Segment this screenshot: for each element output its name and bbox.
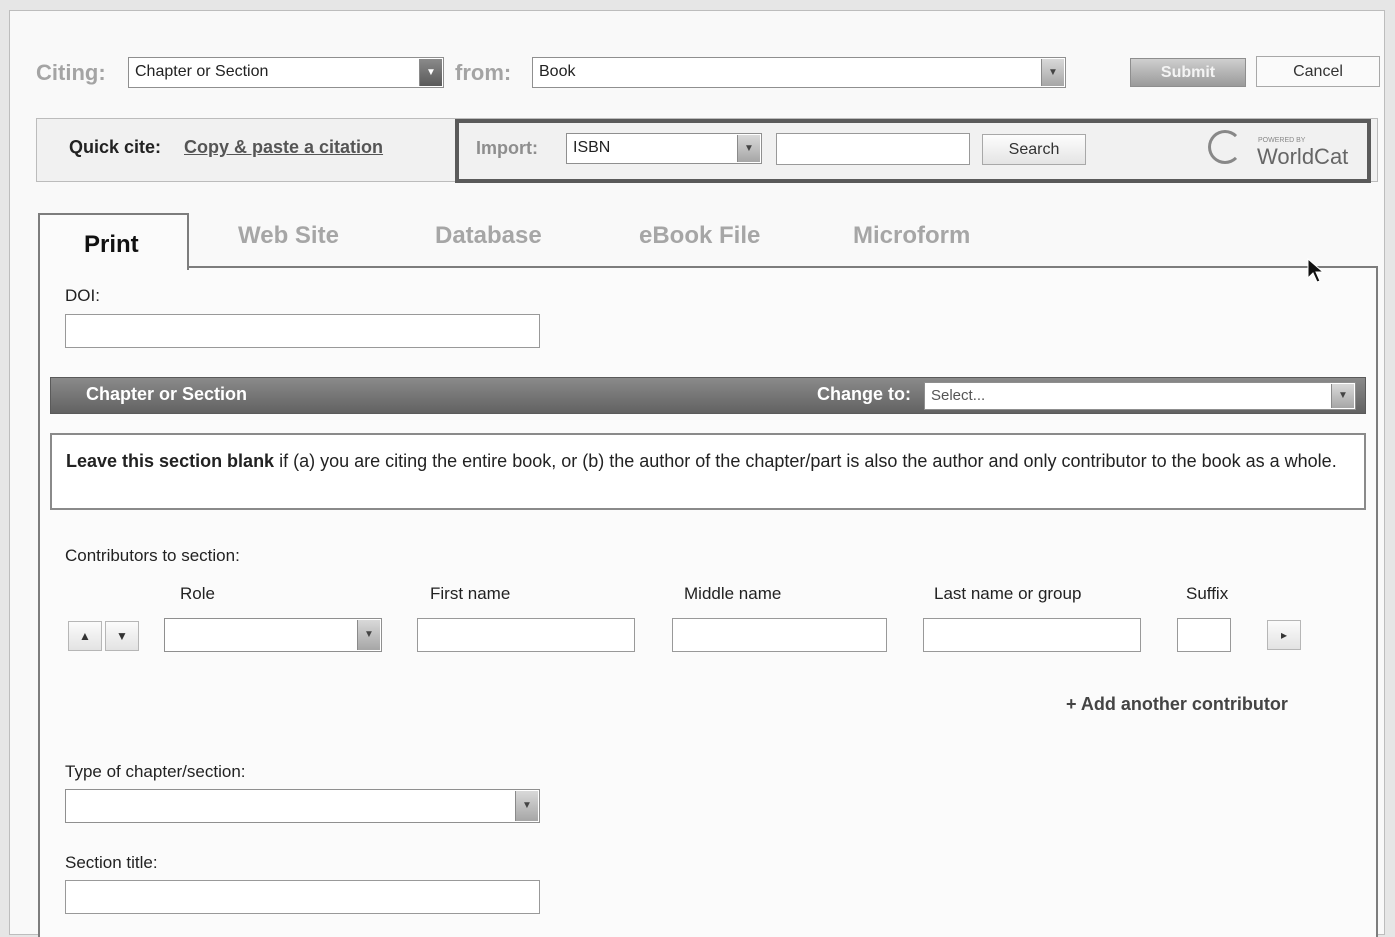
chevron-down-icon: ▼ (737, 135, 760, 162)
tab-print[interactable]: Print (38, 213, 189, 270)
add-contributor-link[interactable]: + Add another contributor (1066, 694, 1288, 715)
middle-name-input[interactable] (672, 618, 887, 652)
citing-label: Citing: (36, 60, 106, 85)
worldcat-label: WorldCat (1257, 144, 1349, 169)
import-type-select[interactable]: ISBN ▼ (566, 133, 762, 164)
chevron-down-icon: ▼ (357, 620, 380, 650)
import-search-input[interactable] (776, 133, 970, 165)
notice-bold: Leave this section blank (66, 451, 275, 471)
mouse-cursor-icon (1307, 258, 1325, 283)
section-title-input[interactable] (65, 880, 540, 914)
arrow-down-icon: ▼ (116, 629, 128, 643)
citing-type-select[interactable]: Chapter or Section ▼ (128, 57, 444, 88)
suffix-input[interactable] (1177, 618, 1231, 652)
from-source-value: Book (539, 63, 576, 80)
change-to-select[interactable]: Select... ▼ (924, 382, 1356, 410)
type-of-chapter-select[interactable]: ▼ (65, 789, 540, 823)
cancel-button[interactable]: Cancel (1256, 56, 1380, 87)
change-to-label: Change to: (817, 384, 911, 404)
quick-cite-label: Quick cite: (69, 137, 162, 157)
arrow-up-icon: ▲ (79, 629, 91, 643)
copy-paste-citation-link[interactable]: Copy & paste a citation (184, 137, 383, 158)
notice-text: if (a) you are citing the entire book, o… (274, 451, 1337, 471)
tab-print-label: Print (84, 231, 139, 258)
first-name-column-label: First name (430, 584, 511, 603)
import-search-button[interactable]: Search (982, 134, 1086, 165)
suffix-column-label: Suffix (1186, 584, 1229, 603)
first-name-input[interactable] (417, 618, 635, 652)
last-name-input[interactable] (923, 618, 1141, 652)
tab-web-site[interactable]: Web Site (238, 222, 339, 250)
worldcat-powered-by: POWERED BY (1258, 137, 1306, 144)
chevron-down-icon: ▼ (419, 59, 442, 86)
chevron-down-icon: ▼ (1041, 59, 1064, 86)
remove-contributor-button[interactable]: ▸ (1267, 620, 1301, 650)
remove-icon: ▸ (1280, 628, 1288, 642)
chevron-down-icon: ▼ (1331, 384, 1354, 408)
tab-database[interactable]: Database (435, 222, 542, 250)
doi-input[interactable] (65, 314, 540, 348)
import-label: Import: (476, 138, 538, 158)
section-header-title: Chapter or Section (86, 384, 248, 404)
last-name-column-label: Last name or group (934, 584, 1082, 603)
tab-ebook-file[interactable]: eBook File (639, 222, 760, 250)
role-column-label: Role (180, 584, 215, 603)
middle-name-column-label: Middle name (684, 584, 782, 603)
tab-microform[interactable]: Microform (853, 222, 970, 250)
leave-blank-notice: Leave this section blank if (a) you are … (50, 433, 1366, 510)
role-select[interactable]: ▼ (164, 618, 382, 652)
submit-button[interactable]: Submit (1130, 58, 1246, 87)
from-label: from: (455, 60, 512, 85)
worldcat-logo-icon (1208, 130, 1242, 164)
from-source-select[interactable]: Book ▼ (532, 57, 1066, 88)
doi-label: DOI: (65, 286, 100, 305)
section-title-label: Section title: (65, 853, 158, 872)
import-type-value: ISBN (573, 139, 611, 156)
move-up-button[interactable]: ▲ (68, 621, 102, 651)
chevron-down-icon: ▼ (515, 791, 538, 821)
move-down-button[interactable]: ▼ (105, 621, 139, 651)
type-of-chapter-label: Type of chapter/section: (65, 762, 246, 781)
citing-type-value: Chapter or Section (135, 63, 269, 80)
contributors-label: Contributors to section: (65, 546, 240, 565)
change-to-placeholder: Select... (931, 387, 986, 404)
